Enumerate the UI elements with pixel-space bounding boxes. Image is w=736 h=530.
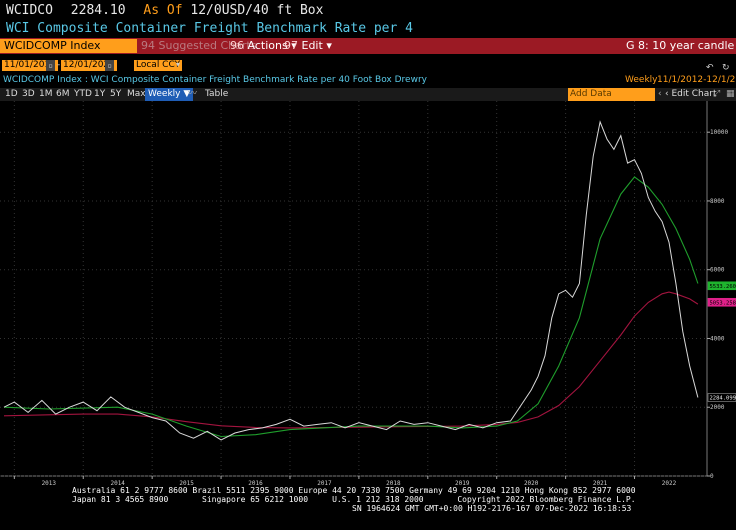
ema-green-line (3, 176, 699, 438)
as-of-date: 12/0 (190, 3, 222, 18)
undo-icon[interactable]: ↶ (706, 63, 714, 73)
actions-label: Actions (247, 39, 288, 52)
value-tag: 5053.2580 (707, 297, 736, 307)
edit-button[interactable]: 97 Edit ▾ (284, 39, 332, 53)
price-chart[interactable]: 0 2000 4000 6000 8000 10000 2013 2014 2015 2016 2… (0, 101, 736, 486)
x-axis: 2013 2014 2015 2016 2017 2018 2019 2020 2021 2022 (13, 476, 677, 486)
chevron-down-icon: ▾ (326, 39, 332, 52)
frequency-label: Weekly (625, 75, 658, 85)
ticker-symbol: WCIDCO (6, 3, 53, 18)
refresh-icon[interactable]: ↻ (722, 63, 730, 73)
calendar-icon[interactable]: ▫ (46, 60, 55, 71)
zoom-icon[interactable]: ⤢ (713, 88, 720, 101)
footer-disclaimer: Australia 61 2 9777 8600 Brazil 5511 239… (72, 486, 636, 513)
calendar-icon[interactable]: ▫ (105, 60, 114, 71)
edit-label: Edit (301, 39, 323, 52)
suggested-charts-number: 94 (141, 39, 155, 52)
edit-chart-label: Edit Chart (671, 89, 717, 99)
period-6m[interactable]: 6M (56, 88, 70, 101)
chart-series (3, 120, 699, 441)
table-button[interactable]: Table (205, 88, 228, 101)
y-tick-label: 10000 (710, 129, 728, 136)
period-3d[interactable]: 3D (22, 88, 35, 101)
x-tick-label: 2013 (42, 480, 57, 486)
period-max[interactable]: Max (127, 88, 146, 101)
period-1d[interactable]: 1D (5, 88, 18, 101)
price-unit: USD/40 ft Box (221, 3, 324, 18)
footer-line-1: Australia 61 2 9777 8600 Brazil 5511 239… (72, 486, 636, 495)
footer-line-3: SN 1964624 GMT GMT+0:00 H192-2176-167 07… (352, 504, 632, 513)
edit-chart-button[interactable]: ‹ Edit Chart (665, 88, 717, 101)
chart-type-icon[interactable]: 〰 (188, 88, 197, 101)
ticker-field[interactable]: WCIDCOMP Index (0, 39, 137, 53)
price-series-line (3, 120, 699, 441)
value-tag-label: 2284.0997 (710, 396, 736, 402)
add-data-input[interactable]: Add Data (568, 88, 655, 101)
last-price: 2284.10 (70, 3, 126, 18)
as-of-label: As Of (143, 3, 183, 18)
x-tick-label: 2022 (662, 480, 677, 486)
chart-template-label[interactable]: G 8: 10 year candle ema (626, 39, 736, 53)
chart-grid (0, 101, 708, 477)
y-tick-label: 6000 (710, 267, 725, 274)
currency-select[interactable]: Local CCY (134, 60, 183, 71)
y-tick-label: 4000 (710, 335, 725, 342)
period-ytd[interactable]: YTD (74, 88, 92, 101)
y-tick-label: 8000 (710, 198, 725, 205)
period-1y[interactable]: 1Y (94, 88, 105, 101)
value-tag-label: 5533.2608 (710, 284, 736, 290)
security-title: WCI Composite Container Freight Benchmar… (6, 21, 413, 36)
value-tag: 5533.2608 (707, 281, 736, 291)
frequency-select[interactable]: Weekly ▼ (145, 88, 194, 101)
series-description: WCIDCOMP Index : WCI Composite Container… (3, 75, 427, 85)
period-1m[interactable]: 1M (39, 88, 53, 101)
frequency-select-label: Weekly (148, 89, 181, 99)
actions-number: 96 (230, 39, 244, 52)
y-tick-label: 0 (710, 473, 714, 480)
chart-settings-icon[interactable]: ▦ (726, 88, 735, 101)
chevron-down-icon[interactable]: ▾ (176, 60, 180, 69)
date-range-label: 11/1/2012-12/1/2022 (657, 75, 736, 85)
value-tag-label: 5053.2580 (710, 300, 736, 306)
edit-number: 97 (284, 39, 298, 52)
chevron-left-icon[interactable]: ‹ (658, 88, 662, 101)
period-5y[interactable]: 5Y (110, 88, 121, 101)
currency-label: Local CCY (136, 60, 181, 70)
chevron-left-icon: ‹ (665, 89, 669, 99)
date-separator: - (57, 60, 61, 70)
y-tick-label: 2000 (710, 404, 725, 411)
security-header: WCIDCO 2284.10 As Of 12/0USD/40 ft Box (6, 3, 323, 18)
value-tag: 2284.0997 (707, 393, 736, 402)
footer-line-2: Japan 81 3 4565 8900 Singapore 65 6212 1… (72, 495, 636, 504)
